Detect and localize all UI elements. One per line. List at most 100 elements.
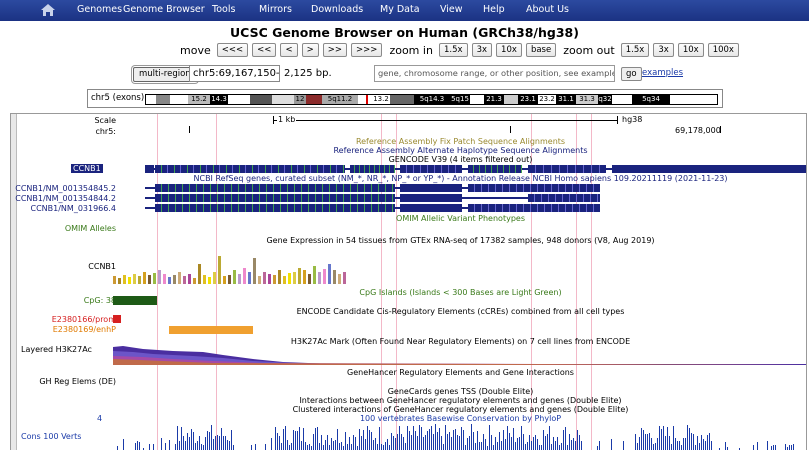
conservation-bar: [419, 424, 420, 450]
conservation-bar: [561, 443, 562, 450]
cpg-item-label[interactable]: CpG: 38: [84, 296, 116, 305]
refseq-item-1-label[interactable]: CCNB1/NM_001354845.2: [15, 184, 116, 193]
conservation-bar: [537, 438, 538, 450]
conservation-bar: [225, 436, 226, 450]
conservation-bar: [793, 443, 794, 450]
zoom-in-3x-button[interactable]: 3x: [471, 43, 493, 57]
zoom-out-100x-button[interactable]: 100x: [707, 43, 739, 57]
conservation-bar: [651, 437, 652, 450]
gtex-bar: [133, 274, 136, 284]
track-sidebar[interactable]: [11, 114, 17, 450]
nav-my-data[interactable]: My Data: [380, 4, 420, 15]
refseq-item-2-label[interactable]: CCNB1/NM_001354844.2: [15, 194, 116, 203]
conservation-signal[interactable]: [113, 420, 806, 450]
gtex-bar: [138, 276, 141, 284]
nav-help[interactable]: Help: [483, 4, 505, 15]
encode-track-title: ENCODE Candidate Cis-Regulatory Elements…: [296, 307, 625, 316]
refseq-gene-model-1[interactable]: [145, 184, 600, 192]
cpg-island-feature[interactable]: [113, 296, 157, 305]
zoom-out-label: zoom out: [563, 43, 615, 57]
nav-tools[interactable]: Tools: [212, 4, 235, 15]
conservation-bar: [659, 425, 660, 450]
page-title: UCSC Genome Browser on Human (GRCh38/hg3…: [230, 25, 579, 40]
conservation-bar: [307, 445, 308, 450]
nav-view[interactable]: View: [440, 4, 463, 15]
conservation-bar: [513, 427, 514, 450]
conservation-bar: [177, 425, 178, 450]
conservation-bar: [401, 434, 402, 450]
home-icon[interactable]: [40, 3, 56, 17]
move-left-button[interactable]: <: [280, 43, 298, 57]
gtex-gene-label: CCNB1: [88, 262, 116, 271]
fix-patch-track-title: Reference Assembly Fix Patch Sequence Al…: [355, 137, 566, 146]
conservation-bar: [179, 440, 180, 450]
position-display[interactable]: chr5:69,167,150-69,178,245: [189, 65, 280, 82]
gencode-gene-model[interactable]: [145, 165, 806, 173]
encode-prom-label[interactable]: E2380166/prom: [52, 315, 116, 324]
zoom-in-10x-button[interactable]: 10x: [496, 43, 522, 57]
ideogram-bands[interactable]: 15.2 14.3 12 5q11.2 13.2 5q14.3 5q15 21.…: [145, 94, 718, 105]
encode-prom-feature[interactable]: [113, 315, 121, 323]
gencode-gene-label[interactable]: CCNB1: [71, 164, 103, 173]
refseq-gene-model-3[interactable]: [145, 204, 600, 212]
conservation-bar: [359, 429, 360, 450]
nav-mirrors[interactable]: Mirrors: [259, 4, 292, 15]
zoom-in-base-button[interactable]: base: [525, 43, 557, 57]
conservation-bar: [677, 440, 678, 450]
chromosome-ideogram[interactable]: chr5 (exons) 15.2 14.3 12 5q11.2 13.2 5q…: [87, 89, 723, 108]
move-right-medium-button[interactable]: >>: [322, 43, 348, 57]
conservation-bar: [281, 443, 282, 450]
multi-region-button[interactable]: multi-region: [133, 67, 197, 82]
go-button[interactable]: go: [621, 67, 642, 81]
conservation-scale-max: 4: [97, 414, 103, 423]
conservation-bar: [117, 445, 118, 450]
conservation-bar: [669, 436, 670, 450]
move-right-far-button[interactable]: >>>: [351, 43, 383, 57]
conservation-bar: [449, 431, 450, 450]
move-right-button[interactable]: >: [301, 43, 319, 57]
refseq-item-3-label[interactable]: CCNB1/NM_031966.4: [31, 204, 117, 213]
conservation-bar: [557, 437, 558, 450]
conservation-bar: [205, 436, 206, 450]
encode-enhp-label[interactable]: E2380169/enhP: [53, 325, 116, 334]
gtex-bar: [163, 274, 166, 284]
zoom-out-1-5x-button[interactable]: 1.5x: [620, 43, 650, 57]
gtex-bar: [113, 276, 116, 284]
conservation-bar: [187, 432, 188, 450]
conservation-bar: [483, 434, 484, 450]
nav-downloads[interactable]: Downloads: [311, 4, 363, 15]
conservation-bar: [531, 440, 532, 450]
examples-link[interactable]: examples: [642, 68, 683, 78]
zoom-out-3x-button[interactable]: 3x: [653, 43, 674, 57]
conservation-bar: [791, 444, 792, 450]
conservation-bar: [475, 442, 476, 450]
conservation-bar: [493, 445, 494, 450]
zoom-in-1-5x-button[interactable]: 1.5x: [438, 43, 468, 57]
conservation-bar: [611, 438, 612, 450]
move-left-medium-button[interactable]: <<: [252, 43, 277, 57]
gtex-bar: [168, 277, 171, 284]
h3k27ac-signal[interactable]: [113, 343, 806, 365]
conservation-bar: [265, 444, 266, 450]
conservation-bar: [183, 435, 184, 450]
gtex-bar: [338, 274, 341, 284]
conservation-bar: [565, 427, 566, 450]
nav-genomes[interactable]: Genomes: [77, 4, 122, 15]
zoom-out-10x-button[interactable]: 10x: [677, 43, 704, 57]
refseq-gene-model-2[interactable]: [145, 194, 600, 202]
conservation-bar: [673, 426, 674, 450]
conservation-bar: [415, 431, 416, 450]
gtex-expression-bars[interactable]: [113, 244, 353, 284]
nav-about-us[interactable]: About Us: [526, 4, 569, 15]
band-5q11-2: 5q11.2: [322, 95, 358, 104]
genome-browser-image[interactable]: Scale chr5: 1 kb hg38 69,178,000 Referen…: [10, 113, 807, 450]
position-search-input[interactable]: gene, chromosome range, or other positio…: [374, 65, 615, 82]
conservation-bar: [323, 444, 324, 450]
conservation-bar: [327, 435, 328, 450]
encode-enhp-feature[interactable]: [169, 326, 253, 334]
conservation-bar: [377, 444, 378, 450]
move-left-far-button[interactable]: <<<: [216, 43, 249, 57]
conservation-bar: [451, 437, 452, 450]
gtex-bar: [223, 276, 226, 284]
nav-genome-browser[interactable]: Genome Browser: [123, 4, 205, 15]
